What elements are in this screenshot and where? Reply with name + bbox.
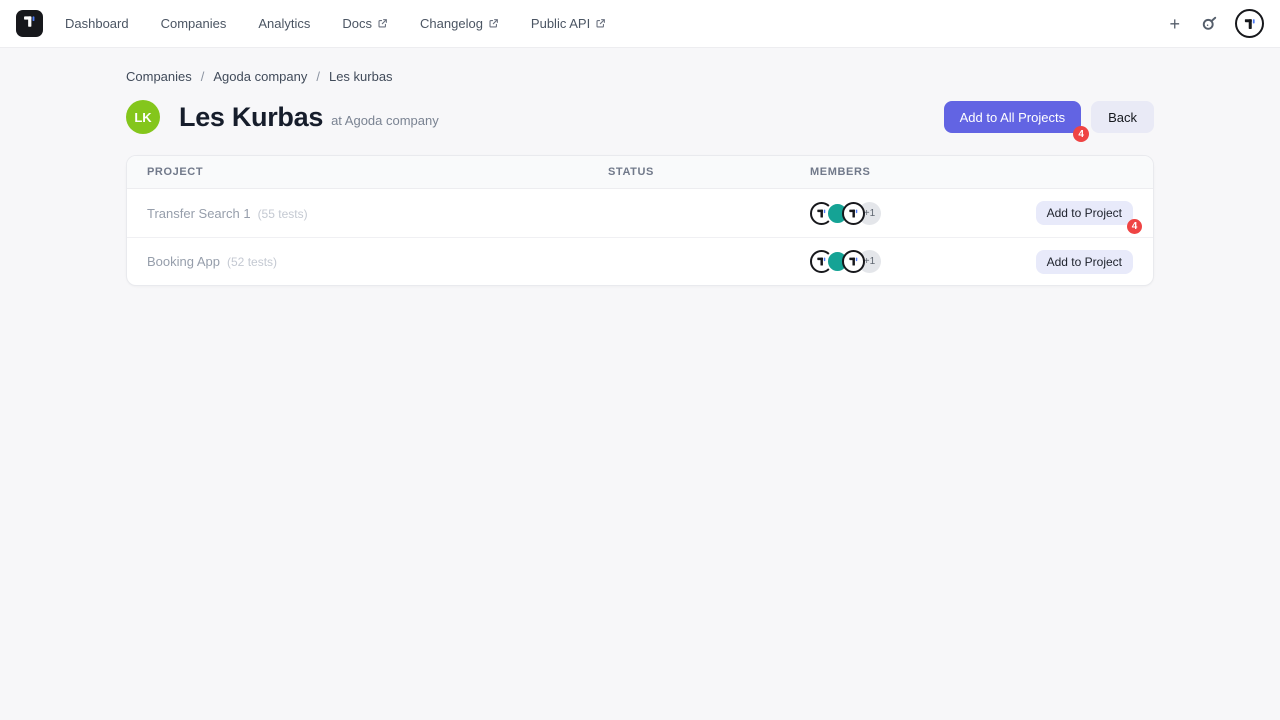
back-button[interactable]: Back bbox=[1091, 101, 1154, 133]
nav-item-label: Dashboard bbox=[65, 16, 129, 31]
column-project: Project bbox=[147, 166, 608, 178]
nav-right-actions: + bbox=[1165, 9, 1264, 38]
breadcrumb-company[interactable]: Agoda company bbox=[213, 69, 307, 84]
add-button[interactable]: + bbox=[1165, 13, 1184, 35]
projects-table: Project Status Members Transfer Search 1… bbox=[126, 155, 1154, 286]
add-to-project-label: Add to Project bbox=[1047, 255, 1122, 269]
add-to-project-button[interactable]: Add to Project 4 bbox=[1036, 201, 1133, 225]
nav-links: Dashboard Companies Analytics Docs Chang… bbox=[65, 16, 606, 31]
app-logo-icon bbox=[21, 13, 38, 35]
project-cell: Transfer Search 1 (55 tests) bbox=[147, 206, 608, 221]
project-cell: Booking App (52 tests) bbox=[147, 254, 608, 269]
notification-badge: 4 bbox=[1073, 126, 1089, 142]
nav-item-companies[interactable]: Companies bbox=[161, 16, 227, 31]
action-cell: Add to Project bbox=[1036, 250, 1133, 274]
external-link-icon bbox=[595, 18, 606, 29]
column-members: Members bbox=[810, 166, 1133, 178]
column-status: Status bbox=[608, 166, 810, 178]
page-title: Les Kurbas bbox=[179, 102, 323, 133]
page-content: Companies / Agoda company / Les kurbas L… bbox=[126, 69, 1154, 286]
member-avatar-icon bbox=[842, 202, 865, 225]
nav-item-public-api[interactable]: Public API bbox=[531, 16, 606, 31]
notification-badge: 4 bbox=[1127, 219, 1142, 234]
nav-item-label: Companies bbox=[161, 16, 227, 31]
project-test-count: (55 tests) bbox=[258, 207, 308, 221]
nav-item-dashboard[interactable]: Dashboard bbox=[65, 16, 129, 31]
nav-item-label: Changelog bbox=[420, 16, 483, 31]
nav-item-label: Public API bbox=[531, 16, 590, 31]
action-cell: Add to Project 4 bbox=[1036, 201, 1133, 225]
nav-item-label: Analytics bbox=[258, 16, 310, 31]
add-to-all-projects-button[interactable]: Add to All Projects 4 bbox=[944, 101, 1082, 133]
members-cell: +1 bbox=[810, 250, 1036, 273]
nav-item-changelog[interactable]: Changelog bbox=[420, 16, 499, 31]
breadcrumb-separator: / bbox=[201, 69, 205, 84]
external-link-icon bbox=[488, 18, 499, 29]
add-to-project-label: Add to Project bbox=[1047, 206, 1122, 220]
project-name: Transfer Search 1 bbox=[147, 206, 251, 221]
breadcrumb-companies[interactable]: Companies bbox=[126, 69, 192, 84]
search-icon[interactable] bbox=[1201, 15, 1218, 32]
add-to-project-button[interactable]: Add to Project bbox=[1036, 250, 1133, 274]
breadcrumb-separator: / bbox=[316, 69, 320, 84]
page-header: LK Les Kurbas at Agoda company Add to Al… bbox=[126, 100, 1154, 134]
breadcrumb: Companies / Agoda company / Les kurbas bbox=[126, 69, 1154, 84]
person-avatar: LK bbox=[126, 100, 160, 134]
nav-item-label: Docs bbox=[342, 16, 372, 31]
table-row: Booking App (52 tests) +1 Add to Project bbox=[127, 237, 1153, 285]
page-subtitle: at Agoda company bbox=[331, 113, 439, 128]
nav-item-analytics[interactable]: Analytics bbox=[258, 16, 310, 31]
app-logo[interactable] bbox=[16, 10, 43, 37]
table-header: Project Status Members bbox=[127, 156, 1153, 189]
user-avatar-logo-icon bbox=[1242, 16, 1258, 32]
members-cell: +1 bbox=[810, 202, 1036, 225]
member-avatar-icon bbox=[842, 250, 865, 273]
project-test-count: (52 tests) bbox=[227, 255, 277, 269]
project-name: Booking App bbox=[147, 254, 220, 269]
table-row: Transfer Search 1 (55 tests) +1 Add to P… bbox=[127, 189, 1153, 237]
header-actions: Add to All Projects 4 Back bbox=[944, 101, 1154, 133]
nav-item-docs[interactable]: Docs bbox=[342, 16, 388, 31]
add-to-all-projects-label: Add to All Projects bbox=[960, 110, 1066, 125]
top-navigation: Dashboard Companies Analytics Docs Chang… bbox=[0, 0, 1280, 48]
breadcrumb-current: Les kurbas bbox=[329, 69, 393, 84]
external-link-icon bbox=[377, 18, 388, 29]
user-avatar[interactable] bbox=[1235, 9, 1264, 38]
